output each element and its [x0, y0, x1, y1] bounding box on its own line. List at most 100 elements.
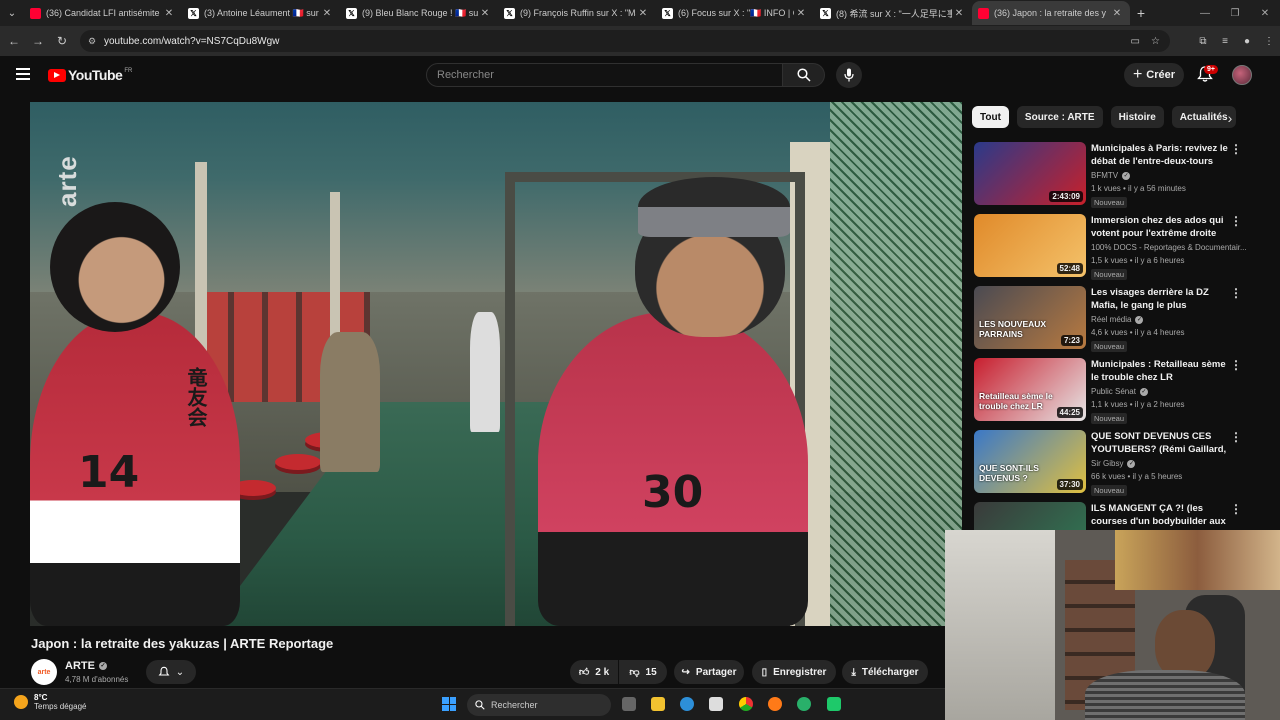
tab-close-icon[interactable]: ✕	[320, 8, 334, 19]
tab-close-icon[interactable]: ✕	[794, 8, 808, 19]
youtube-header: YouTube FR Rechercher + Créer 9+	[0, 56, 1280, 94]
video-title: Japon : la retraite des yakuzas | ARTE R…	[31, 636, 334, 651]
recommended-video[interactable]: IMPOSSIBLE DE MANGERILS MANGENT ÇA ?! (l…	[972, 502, 1242, 530]
like-button[interactable]: 👍︎ 2 k	[570, 660, 618, 684]
tab-close-icon[interactable]: ✕	[952, 8, 966, 19]
more-actions-icon[interactable]: ⋮	[1230, 358, 1242, 372]
bookmark-star-icon[interactable]: ☆	[1151, 36, 1160, 47]
subscribed-notifications-button[interactable]: ⌄	[146, 660, 196, 684]
url-field[interactable]: ⚙ youtube.com/watch?v=NS7CqDu8Wgw ▭ ☆	[80, 30, 1170, 52]
new-badge: Nouveau	[1091, 413, 1128, 424]
browser-menu-icon[interactable]: ⋮	[1258, 36, 1280, 47]
weather-widget[interactable]: 8°C Temps dégagé	[14, 693, 86, 711]
recommended-video[interactable]: QUE SONT-ILS DEVENUS ? 37:30 QUE SONT DEVE…	[972, 430, 1242, 496]
browser-tab[interactable]: (36) Candidat LFI antisémite à l ✕	[24, 1, 182, 25]
video-thumbnail[interactable]: QUE SONT-ILS DEVENUS ? 37:30	[974, 430, 1086, 493]
recommendations-sidebar: Tout Source : ARTE Histoire Actualités › 2:…	[972, 106, 1258, 530]
store-icon[interactable]	[709, 697, 723, 711]
menu-icon[interactable]	[16, 68, 30, 80]
more-actions-icon[interactable]: ⋮	[1230, 502, 1242, 516]
search-button[interactable]	[783, 63, 825, 87]
chevron-right-icon[interactable]: ›	[1220, 108, 1240, 128]
site-info-icon[interactable]: ⚙	[88, 36, 96, 47]
profile-icon[interactable]: ●	[1236, 36, 1258, 47]
tab-search-button[interactable]: ⌄	[0, 0, 24, 26]
restore-icon[interactable]: ❐	[1220, 8, 1250, 19]
reload-icon[interactable]: ↻	[50, 34, 74, 48]
recommended-video[interactable]: 2:43:09 Municipales à Paris: revivez le d…	[972, 142, 1242, 208]
more-actions-icon[interactable]: ⋮	[1230, 430, 1242, 444]
recommended-video-meta: 1 k vues • il y a 56 minutes	[1091, 184, 1186, 193]
video-thumbnail[interactable]: Retailleau sème le trouble chez LR 44:25	[974, 358, 1086, 421]
app-icon[interactable]	[827, 697, 841, 711]
video-thumbnail[interactable]: IMPOSSIBLE DE MANGER	[974, 502, 1086, 530]
filter-chip[interactable]: Histoire	[1110, 106, 1164, 128]
video-thumbnail[interactable]: 2:43:09	[974, 142, 1086, 205]
minimize-icon[interactable]: —	[1190, 8, 1220, 19]
media-controls-icon[interactable]: ≡	[1214, 36, 1236, 47]
windows-start-icon[interactable]	[442, 697, 456, 711]
file-explorer-icon[interactable]	[651, 697, 665, 711]
task-view-icon[interactable]	[622, 697, 636, 711]
video-player[interactable]: 竜友会 14 30 arte	[30, 102, 962, 626]
forward-icon[interactable]: →	[26, 34, 50, 48]
recommended-video-title: QUE SONT DEVENUS CES YOUTUBERS? (Rémi Ga…	[1091, 431, 1227, 455]
video-frame-stool	[275, 454, 321, 470]
dislike-button[interactable]: 👎︎ 15	[619, 660, 667, 684]
recommended-video[interactable]: Retailleau sème le trouble chez LR 44:25 M…	[972, 358, 1242, 424]
country-code: FR	[124, 67, 133, 74]
tab-close-icon[interactable]: ✕	[478, 8, 492, 19]
browser-tab[interactable]: 𝕏 (6) Focus sur X : "🇫🇷 INFO | C ✕	[656, 1, 814, 25]
browser-tab[interactable]: 𝕏 (8) 希流 sur X : "一人足早に事務 ✕	[814, 1, 972, 25]
browser-tab[interactable]: 𝕏 (9) Bleu Blanc Rouge ! 🇫🇷 sur X ✕	[340, 1, 498, 25]
voice-search-button[interactable]	[836, 62, 862, 88]
tab-close-icon[interactable]: ✕	[636, 8, 650, 19]
download-label: Télécharger	[861, 666, 919, 678]
recommended-video-meta: 66 k vues • il y a 5 heures	[1091, 472, 1183, 481]
back-icon[interactable]: ←	[2, 34, 26, 48]
weather-sun-icon	[14, 695, 28, 709]
tab-close-icon[interactable]: ✕	[162, 8, 176, 19]
new-tab-button[interactable]: +	[1130, 5, 1152, 21]
more-actions-icon[interactable]: ⋮	[1230, 286, 1242, 300]
browser-tab[interactable]: 𝕏 (9) François Ruffin sur X : "Ma n ✕	[498, 1, 656, 25]
channel-avatar[interactable]: arte	[31, 659, 57, 685]
weather-temperature: 8°C	[34, 693, 48, 702]
recommended-video[interactable]: LES NOUVEAUX PARRAINS 7:23 Les visages der…	[972, 286, 1242, 352]
tab-close-icon[interactable]: ✕	[1110, 8, 1124, 19]
new-badge: Nouveau	[1091, 485, 1128, 496]
video-frame-cap	[638, 177, 790, 237]
browser-tab[interactable]: 𝕏 (3) Antoine Léaument 🇫🇷 sur X : ✕	[182, 1, 340, 25]
search-input[interactable]: Rechercher	[426, 63, 783, 87]
recommended-video-meta: 4,6 k vues • il y a 4 heures	[1091, 328, 1185, 337]
tab-title: (8) 希流 sur X : "一人足早に事務	[836, 8, 952, 19]
recommended-video[interactable]: 52:48 Immersion chez des ados qui votent …	[972, 214, 1247, 280]
filter-chip[interactable]: Tout	[972, 106, 1009, 128]
video-thumbnail[interactable]: LES NOUVEAUX PARRAINS 7:23	[974, 286, 1086, 349]
account-avatar[interactable]	[1232, 65, 1252, 85]
channel-name-text: ARTE	[65, 660, 95, 672]
video-thumbnail[interactable]: 52:48	[974, 214, 1086, 277]
save-button[interactable]: ▯ Enregistrer	[752, 660, 836, 684]
more-actions-icon[interactable]: ⋮	[1230, 214, 1242, 228]
filter-chip[interactable]: Source : ARTE	[1016, 106, 1103, 128]
edge-dev-icon[interactable]	[797, 697, 811, 711]
share-button[interactable]: ↪ Partager	[674, 660, 744, 684]
chrome-icon[interactable]	[739, 697, 753, 711]
channel-name[interactable]: ARTE ✓	[65, 660, 107, 672]
cast-icon[interactable]: ▭	[1131, 36, 1140, 47]
edge-icon[interactable]	[680, 697, 694, 711]
create-button[interactable]: + Créer	[1124, 63, 1184, 87]
x-icon: 𝕏	[504, 7, 515, 19]
close-window-icon[interactable]: ✕	[1250, 8, 1280, 19]
taskbar-search[interactable]: Rechercher	[467, 694, 611, 716]
browser-tab[interactable]: (36) Japon : la retraite des y ✕	[972, 1, 1130, 25]
youtube-logo[interactable]: YouTube FR	[48, 67, 132, 83]
tab-title: (3) Antoine Léaument 🇫🇷 sur X :	[204, 7, 320, 18]
download-button[interactable]: ⤓ Télécharger	[842, 660, 928, 684]
extensions-area: ⧉ ≡ ● ⋮	[1192, 26, 1280, 56]
extensions-icon[interactable]: ⧉	[1192, 36, 1214, 47]
download-icon: ⤓	[851, 666, 856, 678]
more-actions-icon[interactable]: ⋮	[1230, 142, 1242, 156]
firefox-icon[interactable]	[768, 697, 782, 711]
